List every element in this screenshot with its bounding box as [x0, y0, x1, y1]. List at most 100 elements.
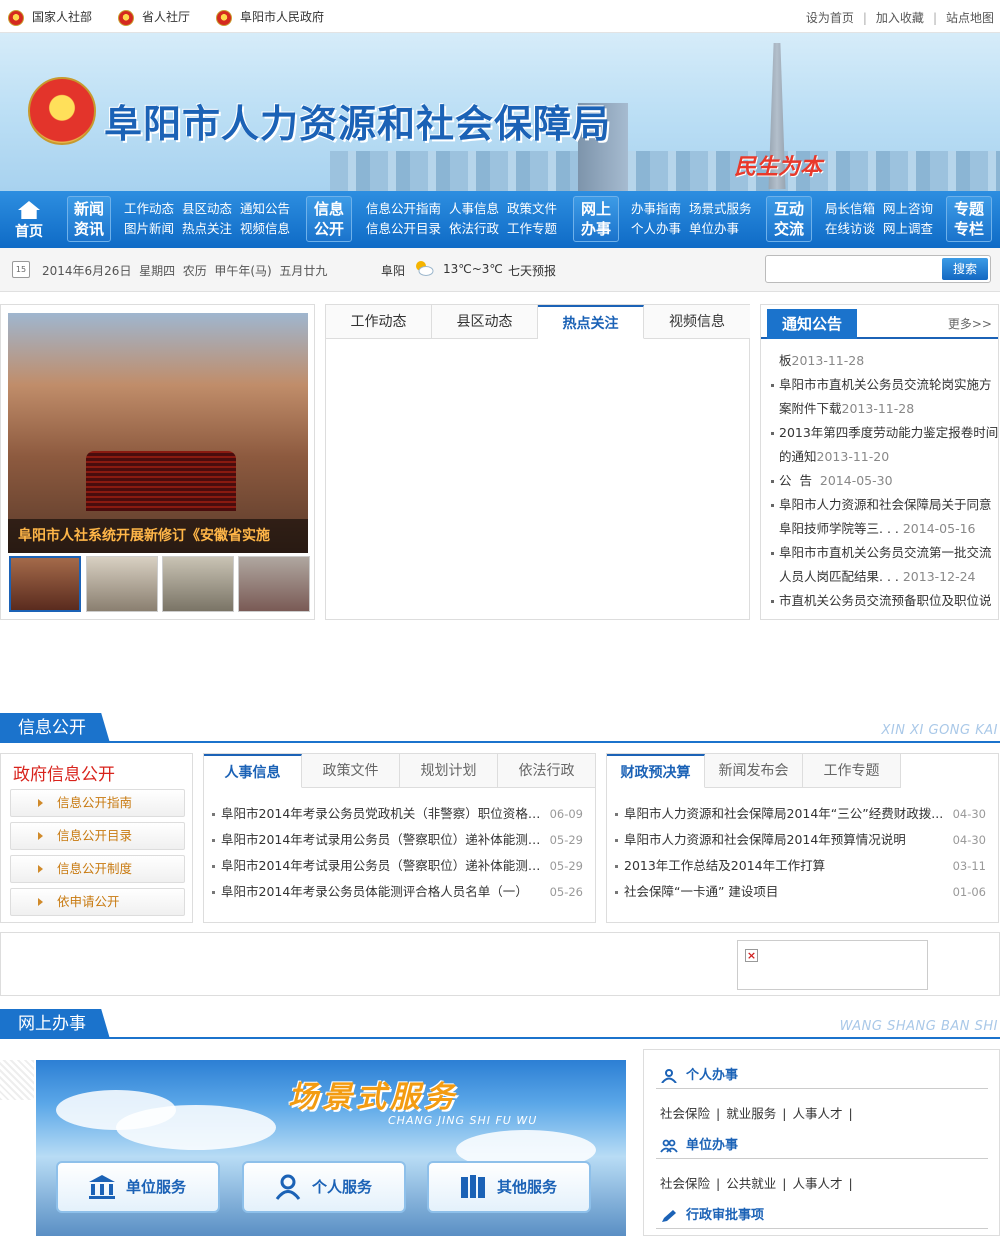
nav-special-topics[interactable]: 专题 专栏 — [946, 196, 992, 242]
gov-button-system[interactable]: 信息公开制度 — [10, 855, 185, 883]
nav-link[interactable]: 信息公开指南 — [366, 201, 441, 216]
other-service-button[interactable]: 其他服务 — [427, 1161, 591, 1213]
list-item[interactable]: 社会保障“一卡通” 建设项目 — [615, 883, 945, 901]
notice-item[interactable]: 阜阳市人力资源和社会保障局关于同意 — [779, 493, 992, 517]
notice-item[interactable]: 公 告 2014-05-30 — [779, 469, 893, 493]
unit-affairs-header: 单位办事 — [656, 1133, 988, 1159]
nav-label: 专题 — [953, 200, 984, 218]
nav-link[interactable]: 依法行政 — [449, 221, 499, 236]
link-hr-talent[interactable]: 人事人才 — [792, 1176, 842, 1191]
tab-budget[interactable]: 财政预决算 — [607, 754, 705, 788]
notice-more-link[interactable]: 更多>> — [948, 315, 992, 332]
nav-link[interactable]: 局长信箱 — [825, 201, 875, 216]
tab-law-admin[interactable]: 依法行政 — [498, 754, 595, 788]
date-weather-bar: 15 2014年6月26日 星期四 农历 甲午年(马) 五月廿九 阜阳 13℃~… — [0, 248, 1000, 292]
nav-link[interactable]: 政策文件 — [507, 201, 557, 216]
carousel-main-photo[interactable] — [8, 313, 308, 553]
unit-service-button[interactable]: 单位服务 — [56, 1161, 220, 1213]
notice-item[interactable]: 阜阳市市直机关公务员交流轮岗实施方 — [779, 373, 992, 397]
list-item[interactable]: 阜阳市人力资源和社会保障局2014年“三公”经费财政拨... — [615, 805, 945, 823]
nav-link[interactable]: 场景式服务 — [689, 201, 752, 216]
list-item[interactable]: 阜阳市2014年考试录用公务员（警察职位）递补体能测评... — [212, 857, 542, 875]
tab-video-info[interactable]: 视频信息 — [644, 305, 750, 339]
nav-link[interactable]: 办事指南 — [631, 201, 681, 216]
tab-hot-topics[interactable]: 热点关注 — [538, 305, 644, 339]
carousel-thumbnail[interactable] — [86, 556, 158, 612]
list-item[interactable]: 2013年工作总结及2014年工作打算 — [615, 857, 945, 875]
tab-work-news[interactable]: 工作动态 — [326, 305, 432, 339]
link-social-insurance[interactable]: 社会保险 — [660, 1106, 710, 1121]
tab-county-news[interactable]: 县区动态 — [432, 305, 538, 339]
admin-approval-header: 行政审批事项 — [656, 1203, 988, 1229]
notice-item-text: 市直机关公务员交流预备职位及职位说 — [779, 593, 992, 608]
gov-button-catalog[interactable]: 信息公开目录 — [10, 822, 185, 850]
notice-item[interactable]: 板2013-11-28 — [779, 349, 864, 373]
list-item[interactable]: 阜阳市2014年考试录用公务员（警察职位）递补体能测评... — [212, 831, 542, 849]
carousel-thumbnail[interactable] — [238, 556, 310, 612]
button-label: 个人服务 — [312, 1178, 373, 1196]
nav-link[interactable]: 在线访谈 — [825, 221, 875, 236]
nav-link[interactable]: 工作专题 — [507, 221, 557, 236]
button-label: 单位服务 — [126, 1178, 187, 1196]
personal-service-button[interactable]: 个人服务 — [242, 1161, 406, 1213]
notice-item[interactable]: 的通知2013-11-20 — [779, 445, 889, 469]
nav-link[interactable]: 县区动态 — [182, 201, 232, 216]
list-item[interactable]: 阜阳市人力资源和社会保障局2014年预算情况说明 — [615, 831, 945, 849]
set-homepage-link[interactable]: 设为首页 — [806, 11, 854, 25]
sitemap-link[interactable]: 站点地图 — [946, 11, 994, 25]
nav-link[interactable]: 通知公告 — [240, 201, 290, 216]
notice-header: 通知公告 更多>> — [761, 305, 998, 339]
search-input[interactable]: 搜索 — [765, 255, 991, 283]
tab-planning[interactable]: 规划计划 — [400, 754, 498, 788]
nav-news[interactable]: 新闻 资讯 — [67, 196, 111, 242]
site-banner: 阜阳市人力资源和社会保障局 民生为本 — [0, 33, 1000, 191]
link-hr-talent[interactable]: 人事人才 — [792, 1106, 842, 1121]
add-favorite-link[interactable]: 加入收藏 — [876, 11, 924, 25]
nav-label: 资讯 — [73, 220, 104, 238]
notice-item[interactable]: 市直机关公务员交流预备职位及职位说 — [779, 589, 992, 613]
nav-link[interactable]: 网上调查 — [883, 221, 933, 236]
seven-day-forecast-link[interactable]: 七天预报 — [508, 262, 556, 279]
nav-info-open[interactable]: 信息 公开 — [306, 196, 352, 242]
list-item[interactable]: 阜阳市2014年考录公务员党政机关（非警察）职位资格复... — [212, 805, 542, 823]
nav-link[interactable]: 单位办事 — [689, 221, 739, 236]
link-mohrss[interactable]: 国家人社部 — [8, 9, 92, 26]
nav-link[interactable]: 图片新闻 — [124, 221, 174, 236]
notice-item[interactable]: 阜阳市市直机关公务员交流第一批交流 — [779, 541, 992, 565]
notice-item[interactable]: 案附件下载2013-11-28 — [779, 397, 914, 421]
tab-press-conference[interactable]: 新闻发布会 — [705, 754, 803, 788]
bullet-icon — [212, 865, 215, 868]
notice-item[interactable]: 阜阳技师学院等三. . . 2014-05-16 — [779, 517, 976, 541]
nav-link[interactable]: 个人办事 — [631, 221, 681, 236]
tab-work-topics[interactable]: 工作专题 — [803, 754, 901, 788]
tab-policy-docs[interactable]: 政策文件 — [302, 754, 400, 788]
carousel-caption[interactable]: 阜阳市人社系统开展新修订《安徽省实施 — [8, 519, 308, 553]
broken-image[interactable]: × — [737, 940, 928, 990]
carousel-thumbnail[interactable] — [9, 556, 81, 612]
carousel-thumbnail[interactable] — [162, 556, 234, 612]
link-city-government[interactable]: 阜阳市人民政府 — [216, 9, 324, 26]
notice-item[interactable]: 人员人岗匹配结果. . . 2013-12-24 — [779, 565, 976, 589]
tab-hr-info[interactable]: 人事信息 — [204, 754, 302, 788]
nav-link[interactable]: 人事信息 — [449, 201, 499, 216]
search-button[interactable]: 搜索 — [942, 258, 988, 280]
gov-button-apply[interactable]: 依申请公开 — [10, 888, 185, 916]
list-item[interactable]: 阜阳市2014年考录公务员体能测评合格人员名单（一） — [212, 883, 542, 901]
link-employment-service[interactable]: 就业服务 — [726, 1106, 776, 1121]
link-social-insurance[interactable]: 社会保险 — [660, 1176, 710, 1191]
site-slogan: 民生为本 — [734, 155, 823, 180]
link-province-hr[interactable]: 省人社厅 — [118, 9, 190, 26]
nav-link[interactable]: 信息公开目录 — [366, 221, 441, 236]
nav-home[interactable]: 首页 — [0, 191, 58, 248]
nav-online-service[interactable]: 网上 办事 — [573, 196, 619, 242]
nav-link[interactable]: 网上咨询 — [883, 201, 933, 216]
nav-link[interactable]: 视频信息 — [240, 221, 290, 236]
link-public-employment[interactable]: 公共就业 — [726, 1176, 776, 1191]
weather-sun-cloud-icon — [414, 260, 434, 276]
section-title: 信息公开 — [0, 713, 110, 743]
notice-item[interactable]: 2013年第四季度劳动能力鉴定报卷时间 — [779, 421, 998, 445]
gov-button-guide[interactable]: 信息公开指南 — [10, 789, 185, 817]
nav-interaction[interactable]: 互动 交流 — [766, 196, 812, 242]
nav-link[interactable]: 工作动态 — [124, 201, 174, 216]
nav-link[interactable]: 热点关注 — [182, 221, 232, 236]
